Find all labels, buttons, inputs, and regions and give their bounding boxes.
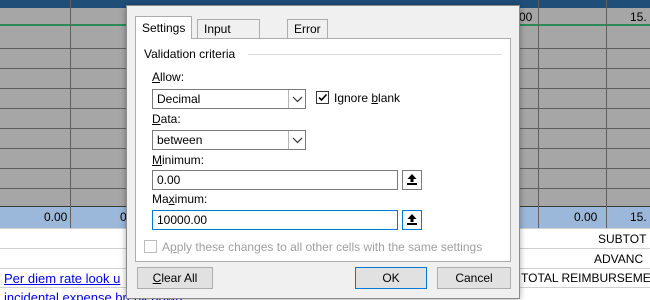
maximum-range-picker-button[interactable]: [402, 210, 422, 230]
minimum-label-accelerator: M: [152, 153, 162, 167]
allow-select-value: Decimal: [157, 92, 201, 106]
minimum-range-picker-button[interactable]: [402, 170, 422, 190]
chevron-down-icon: [292, 137, 303, 144]
tab-settings[interactable]: Settings: [135, 16, 193, 39]
settings-panel: Validation criteria Allow: Decimal Ignor…: [135, 38, 511, 262]
data-operator-select[interactable]: between: [152, 130, 306, 150]
maximum-label-pre: Ma: [152, 192, 169, 206]
data-label-accelerator: D: [152, 112, 161, 126]
cancel-button[interactable]: Cancel: [437, 267, 511, 289]
cell-value: 15.: [630, 210, 647, 224]
minimum-input[interactable]: 0.00: [152, 170, 398, 190]
chevron-down-icon: [292, 96, 303, 103]
per-diem-link[interactable]: Per diem rate look u: [4, 271, 120, 286]
data-label-rest: ata:: [160, 112, 181, 126]
allow-label: Allow:: [152, 70, 184, 84]
advance-label: ADVANC: [594, 252, 644, 266]
cell-value: 0.00: [44, 210, 68, 224]
allow-label-rest: llow:: [160, 70, 185, 84]
subtotal-label: SUBTOT: [598, 232, 647, 246]
apply-to-all-label: Apply these changes to all other cells w…: [162, 240, 482, 254]
minimum-label-rest: inimum:: [162, 153, 205, 167]
grid-line: [538, 0, 539, 228]
ignore-blank-label-pre: Ignore: [334, 91, 372, 105]
ok-button[interactable]: OK: [355, 267, 427, 289]
cell-value: 00: [519, 10, 533, 24]
ignore-blank-label-post: lank: [378, 91, 401, 105]
maximum-input[interactable]: 10000.00: [152, 210, 398, 230]
validation-criteria-heading: Validation criteria: [144, 47, 236, 61]
collapse-dialog-icon: [407, 174, 417, 185]
grid-line: [606, 0, 607, 228]
apply-to-all-label-pre: A: [162, 240, 171, 254]
clear-all-button[interactable]: Clear All: [137, 267, 213, 289]
checkmark-icon: [318, 93, 328, 102]
group-divider: [248, 54, 502, 55]
maximum-label: Maximum:: [152, 192, 207, 206]
minimum-label: Minimum:: [152, 153, 204, 167]
data-select-value: between: [157, 133, 203, 147]
apply-to-all-checkbox[interactable]: [144, 240, 157, 253]
grid-line: [70, 0, 71, 228]
data-label: Data:: [152, 112, 181, 126]
tab-input-message[interactable]: Input Message: [197, 19, 260, 54]
cell-value: 15.: [630, 10, 647, 24]
clear-all-label-rest: lear All: [161, 271, 198, 285]
allow-label-accelerator: A: [152, 70, 161, 84]
collapse-dialog-icon: [407, 214, 417, 225]
apply-to-all-label-post: ply these changes to all other cells wit…: [176, 240, 483, 254]
tab-error-alert[interactable]: Error Alert: [287, 19, 328, 54]
data-validation-dialog: Settings Input Message Error Alert Valid…: [126, 5, 520, 299]
allow-dropdown-button[interactable]: [288, 90, 305, 108]
data-dropdown-button[interactable]: [288, 131, 305, 149]
maximum-value: 10000.00: [157, 213, 208, 227]
allow-select[interactable]: Decimal: [152, 89, 306, 109]
ignore-blank-label: Ignore blank: [334, 91, 400, 105]
maximum-label-rest: imum:: [174, 192, 208, 206]
cell-value: 0.00: [574, 210, 598, 224]
apply-to-all-accelerator: p: [170, 240, 177, 254]
total-reimbursement-label: TOTAL REIMBURSEMEN: [521, 271, 650, 285]
minimum-value: 0.00: [157, 173, 181, 187]
ignore-blank-checkbox[interactable]: [316, 91, 329, 104]
clear-all-accelerator: C: [152, 271, 162, 285]
